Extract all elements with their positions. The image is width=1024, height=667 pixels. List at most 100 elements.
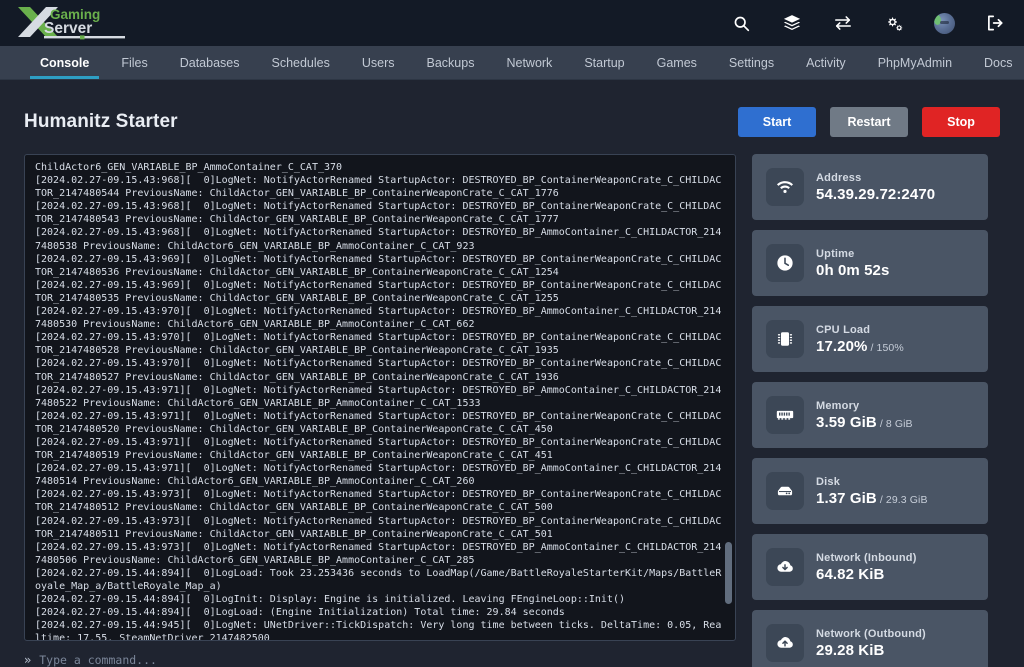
content-row: ChildActor6_GEN_VARIABLE_BP_AmmoContaine… [24,154,1000,667]
stat-label: Network (Outbound) [816,627,926,640]
brand-word-server: Server [44,20,92,37]
cogs-icon[interactable] [883,12,905,34]
cloud-upload-icon [766,624,804,662]
stat-value: 1.37 GiB / 29.3 GiB [816,489,928,507]
console-scrollbar-thumb[interactable] [725,542,732,604]
nav-item-label: Files [121,55,148,70]
console-output[interactable]: ChildActor6_GEN_VARIABLE_BP_AmmoContaine… [24,154,736,641]
nav-item-label: Schedules [271,55,330,70]
search-icon[interactable] [730,12,752,34]
command-input[interactable] [39,653,736,667]
console-line: [2024.02.27-09.15.43:973][ 0]LogNet: Not… [35,515,722,540]
nav-item-schedules[interactable]: Schedules [255,46,345,79]
stat-value: 0h 0m 52s [816,261,890,279]
page-header: Humanitz Starter Start Restart Stop [24,100,1000,144]
avatar[interactable] [934,12,955,34]
start-button[interactable]: Start [738,107,816,137]
nav-item-label: Users [361,55,395,70]
stat-value-limit: / 150% [867,341,904,354]
console-line: [2024.02.27-09.15.43:971][ 0]LogNet: Not… [35,384,722,409]
stat-value: 64.82 KiB [816,565,885,583]
stat-card-cpu-load: CPU Load 17.20% / 150% [752,306,988,372]
stat-card-disk: Disk 1.37 GiB / 29.3 GiB [752,458,988,524]
nav-item-label: Backups [426,55,475,70]
stat-body: Memory 3.59 GiB / 8 GiB [816,400,913,431]
console-line: [2024.02.27-09.15.43:971][ 0]LogNet: Not… [35,410,722,435]
stat-card-network-inbound: Network (Inbound) 64.82 KiB [752,534,988,600]
stat-value: 29.28 KiB [816,641,885,659]
brand-logo[interactable]: Gaming Server [14,3,132,43]
stat-value: 17.20% / 150% [816,337,904,355]
console-column: ChildActor6_GEN_VARIABLE_BP_AmmoContaine… [24,154,736,667]
microchip-icon [766,320,804,358]
nav-item-label: Docs [984,55,1013,70]
console-line: [2024.02.27-09.15.43:971][ 0]LogNet: Not… [35,436,722,462]
console-line-list: ChildActor6_GEN_VARIABLE_BP_AmmoContaine… [35,161,725,641]
stop-button[interactable]: Stop [922,107,1000,137]
transfer-icon[interactable] [832,12,854,34]
nav-item-databases[interactable]: Databases [164,46,256,79]
console-line: [2024.02.27-09.15.43:968][ 0]LogNet: Not… [35,227,722,252]
stat-label: Address [816,171,862,184]
command-bar: » [24,653,736,667]
console-scrollbar[interactable] [725,161,732,634]
nav-item-startup[interactable]: Startup [568,46,640,79]
nav-item-docs[interactable]: Docs [968,46,1024,79]
stat-value: 54.39.29.72:2470 [816,185,936,203]
console-line: [2024.02.27-09.15.43:969][ 0]LogNet: Not… [35,279,722,304]
power-button-group: Start Restart Stop [738,107,1000,137]
stat-body: Uptime 0h 0m 52s [816,248,889,279]
console-line: [2024.02.27-09.15.43:973][ 0]LogNet: Not… [35,489,722,514]
stat-card-network-outbound: Network (Outbound) 29.28 KiB [752,610,988,667]
nav-item-label: Settings [728,55,775,70]
console-line: ChildActor6_GEN_VARIABLE_BP_AmmoContaine… [35,162,343,173]
console-line: [2024.02.27-09.15.43:969][ 0]LogNet: Not… [35,253,722,278]
nav-item-backups[interactable]: Backups [411,46,491,79]
nav-item-label: Games [656,55,697,70]
stat-card-address: Address 54.39.29.72:2470 [752,154,988,220]
stat-body: Address 54.39.29.72:2470 [816,172,935,203]
nav-item-label: PhpMyAdmin [877,55,953,70]
nav-item-users[interactable]: Users [346,46,411,79]
console-line: [2024.02.27-09.15.43:970][ 0]LogNet: Not… [35,306,722,331]
top-bar: Gaming Server [0,0,1024,46]
stat-body: Network (Outbound) 29.28 KiB [816,628,926,659]
nav-item-files[interactable]: Files [105,46,163,79]
console-line: [2024.02.27-09.15.43:968][ 0]LogNet: Not… [35,201,722,226]
nav-item-label: Activity [806,55,846,70]
stat-card-memory: Memory 3.59 GiB / 8 GiB [752,382,988,448]
restart-button[interactable]: Restart [830,107,908,137]
wifi-icon [766,168,804,206]
stat-body: Disk 1.37 GiB / 29.3 GiB [816,476,928,507]
clock-icon [766,244,804,282]
logout-icon[interactable] [984,12,1006,34]
page-title: Humanitz Starter [24,111,178,132]
console-line: [2024.02.27-09.15.43:971][ 0]LogNet: Not… [35,463,722,488]
stat-label: Uptime [816,247,855,260]
nav-item-label: Startup [584,55,625,70]
layers-icon[interactable] [781,12,803,34]
stat-value-limit: / 29.3 GiB [876,493,928,506]
nav-item-network[interactable]: Network [490,46,568,79]
main-nav: Console Files Databases Schedules Users Backu… [0,46,1024,80]
stat-value: 3.59 GiB / 8 GiB [816,413,913,431]
topbar-icon-group [730,12,1006,34]
nav-item-console[interactable]: Console [24,46,105,79]
memory-icon [766,396,804,434]
stat-value-limit: / 8 GiB [876,417,913,430]
stat-body: Network (Inbound) 64.82 KiB [816,552,917,583]
nav-item-activity[interactable]: Activity [790,46,862,79]
nav-item-settings[interactable]: Settings [713,46,790,79]
nav-item-phpmyadmin[interactable]: PhpMyAdmin [862,46,968,79]
hard-drive-icon [766,472,804,510]
stats-sidebar: Address 54.39.29.72:2470 Uptime 0h 0m 52s CP… [752,154,988,667]
stat-card-uptime: Uptime 0h 0m 52s [752,230,988,296]
console-line: [2024.02.27-09.15.44:894][ 0]LogLoad: To… [35,567,722,592]
nav-item-games[interactable]: Games [641,46,713,79]
nav-item-label: Network [506,55,553,70]
nav-item-label: Databases [179,55,240,70]
console-line: [2024.02.27-09.15.44:945][ 0]LogNet: UNe… [35,620,722,641]
console-line: [2024.02.27-09.15.43:970][ 0]LogNet: Not… [35,332,722,357]
page-body: Humanitz Starter Start Restart Stop Chil… [0,80,1024,667]
console-line: [2024.02.27-09.15.44:894][ 0]LogInit: Di… [35,594,626,606]
